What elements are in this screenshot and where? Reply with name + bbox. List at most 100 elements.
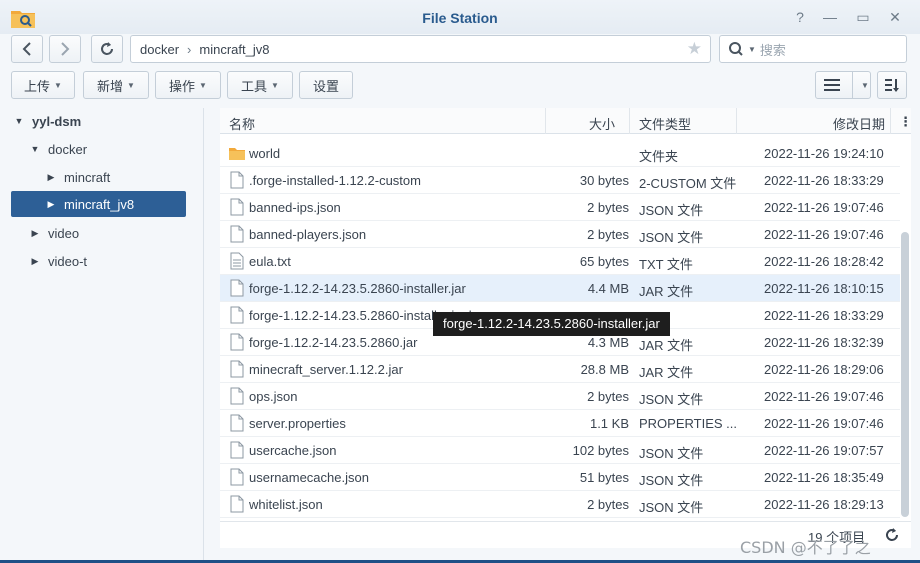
chevron-down-icon: ▼: [271, 80, 279, 90]
breadcrumb-mincraft-jv8[interactable]: mincraft_jv8: [199, 42, 269, 57]
file-size: 4.3 MB: [587, 335, 629, 350]
window-title: File Station: [422, 10, 498, 26]
expand-down-icon[interactable]: ▼: [14, 116, 24, 126]
file-type: 文件夹: [639, 149, 679, 164]
expand-right-icon[interactable]: ▶: [46, 199, 56, 210]
create-button[interactable]: 新增 ▼: [83, 71, 149, 99]
file-name: ops.json: [249, 389, 298, 404]
text-file-icon: [230, 252, 244, 270]
file-size: 2 bytes: [587, 227, 629, 242]
file-modified: 2022-11-26 18:33:29: [764, 173, 884, 188]
help-icon[interactable]: ?: [792, 9, 808, 25]
file-size: 51 bytes: [579, 470, 629, 485]
file-size: 28.8 MB: [580, 362, 629, 377]
file-modified: 2022-11-26 18:33:29: [764, 308, 884, 323]
column-header: 名称 大小 文件类型 修改日期 ⋮: [220, 108, 912, 134]
tree-label: mincraft_jv8: [64, 196, 135, 212]
table-row[interactable]: ops.json 2 bytes JSON 文件 2022-11-26 19:07:4…: [220, 383, 900, 410]
action-button[interactable]: 操作 ▼: [155, 71, 221, 99]
tree-item-mincraft[interactable]: ▶ mincraft: [46, 164, 186, 190]
file-modified: 2022-11-26 19:07:46: [764, 227, 884, 242]
file-type: JSON 文件: [639, 500, 704, 515]
file-type: TXT 文件: [639, 257, 693, 272]
file-size: 65 bytes: [579, 254, 629, 269]
file-icon: [230, 387, 244, 405]
file-modified: 2022-11-26 18:29:13: [764, 497, 884, 512]
upload-button[interactable]: 上传 ▼: [11, 71, 75, 99]
table-row[interactable]: whitelist.json 2 bytes JSON 文件 2022-11-26 1…: [220, 491, 900, 518]
table-row[interactable]: banned-players.json 2 bytes JSON 文件 2022-11…: [220, 221, 900, 248]
column-type[interactable]: 文件类型: [639, 114, 691, 133]
file-name: banned-players.json: [249, 227, 367, 242]
search-field[interactable]: ▼ 搜索: [719, 35, 907, 63]
file-type: JAR 文件: [639, 365, 694, 380]
vertical-scrollbar[interactable]: [901, 232, 909, 517]
expand-right-icon[interactable]: ▶: [46, 172, 56, 183]
file-size: 102 bytes: [572, 443, 629, 458]
file-modified: 2022-11-26 19:07:46: [764, 389, 884, 404]
expand-down-icon[interactable]: ▼: [30, 144, 40, 154]
search-icon: [729, 42, 743, 56]
tree-item-docker[interactable]: ▼ docker: [30, 136, 190, 162]
file-icon: [230, 468, 244, 486]
table-row[interactable]: usernamecache.json 51 bytes JSON 文件 2022-11…: [220, 464, 900, 491]
favorite-star-icon[interactable]: ★: [687, 39, 702, 59]
table-row[interactable]: .forge-installed-1.12.2-custom 30 bytes 2-…: [220, 167, 900, 194]
column-name[interactable]: 名称: [229, 114, 255, 133]
expand-right-icon[interactable]: ▶: [30, 228, 40, 239]
view-mode-button[interactable]: ▼: [815, 71, 871, 99]
settings-button[interactable]: 设置: [299, 71, 353, 99]
tree-item-mincraft-jv8[interactable]: ▶ mincraft_jv8: [11, 191, 186, 217]
tree-item-video[interactable]: ▶ video: [30, 220, 190, 246]
breadcrumb-docker[interactable]: docker: [140, 42, 179, 57]
sort-icon: [885, 79, 899, 92]
minimize-icon[interactable]: —: [822, 9, 838, 25]
table-row[interactable]: banned-ips.json 2 bytes JSON 文件 2022-11-26 …: [220, 194, 900, 221]
back-button[interactable]: [11, 35, 43, 63]
maximize-icon[interactable]: ▭: [855, 9, 871, 25]
file-icon: [230, 414, 244, 432]
file-size: 2 bytes: [587, 389, 629, 404]
table-row[interactable]: minecraft_server.1.12.2.jar 28.8 MB JAR 文件…: [220, 356, 900, 383]
file-type: JAR 文件: [639, 338, 694, 353]
title-bar: File Station ? — ▭ ✕: [0, 0, 920, 34]
table-row[interactable]: world 文件夹 2022-11-26 19:24:10: [220, 140, 900, 167]
file-name: banned-ips.json: [249, 200, 341, 215]
file-size: 1.1 KB: [589, 416, 629, 431]
list-view-icon: [824, 79, 840, 91]
file-size: 30 bytes: [579, 173, 629, 188]
file-modified: 2022-11-26 18:35:49: [764, 470, 884, 485]
file-name: usernamecache.json: [249, 470, 369, 485]
column-modified[interactable]: 修改日期: [833, 114, 885, 133]
close-icon[interactable]: ✕: [887, 9, 903, 25]
chevron-down-icon: ▼: [861, 80, 869, 90]
file-modified: 2022-11-26 18:10:15: [764, 281, 884, 296]
expand-right-icon[interactable]: ▶: [30, 256, 40, 267]
column-options-icon[interactable]: ⋮: [899, 114, 912, 130]
tree-label: video-t: [48, 253, 88, 269]
sort-button[interactable]: [877, 71, 907, 99]
file-type: PROPERTIES ...: [639, 416, 738, 431]
file-size: 4.4 MB: [587, 281, 629, 296]
forward-button[interactable]: [49, 35, 81, 63]
file-modified: 2022-11-26 18:29:06: [764, 362, 884, 377]
table-row[interactable]: eula.txt 65 bytes TXT 文件 2022-11-26 18:28:4…: [220, 248, 900, 275]
tree-label: video: [48, 225, 80, 241]
file-modified: 2022-11-26 19:07:57: [764, 443, 884, 458]
tree-label: docker: [48, 141, 88, 157]
table-row[interactable]: server.properties 1.1 KB PROPERTIES ... 202…: [220, 410, 900, 437]
file-name: .forge-installed-1.12.2-custom: [249, 173, 421, 188]
search-dropdown-caret-icon[interactable]: ▼: [748, 45, 756, 54]
file-name: server.properties: [249, 416, 346, 431]
refresh-button[interactable]: [91, 35, 123, 63]
table-row[interactable]: usercache.json 102 bytes JSON 文件 2022-11-26…: [220, 437, 900, 464]
refresh-icon[interactable]: [884, 527, 900, 543]
tree-item-video-t[interactable]: ▶ video-t: [30, 248, 190, 274]
file-modified: 2022-11-26 19:07:46: [764, 416, 884, 431]
address-bar[interactable]: docker › mincraft_jv8 ★: [130, 35, 711, 63]
column-size[interactable]: 大小: [589, 114, 615, 133]
file-name: eula.txt: [249, 254, 291, 269]
tree-item-yyl-dsm[interactable]: ▼ yyl-dsm: [14, 108, 194, 134]
table-row[interactable]: forge-1.12.2-14.23.5.2860-installer.jar 4…: [220, 275, 900, 302]
tools-button[interactable]: 工具 ▼: [227, 71, 293, 99]
